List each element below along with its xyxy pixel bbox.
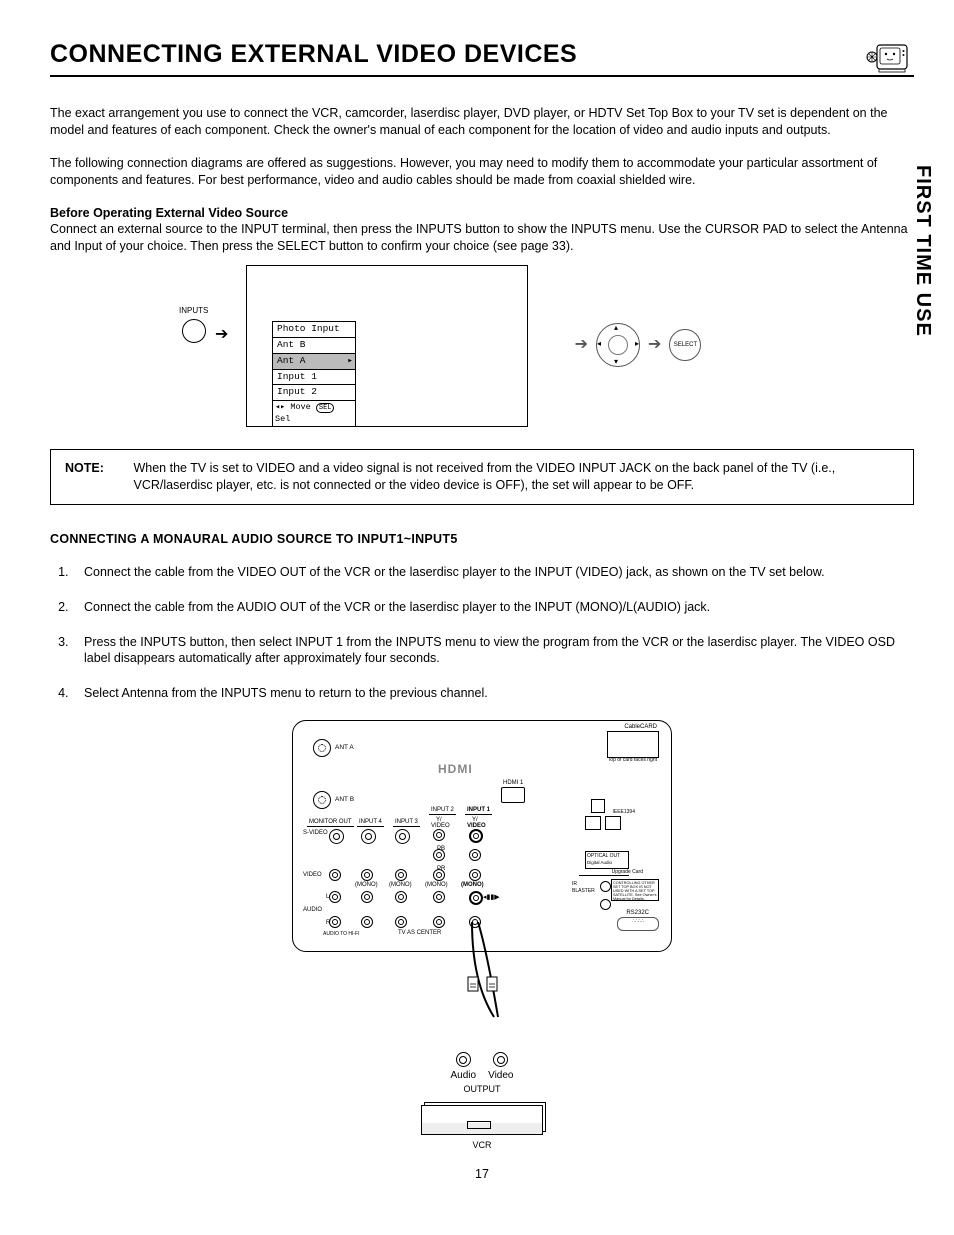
note-label: NOTE:: [65, 460, 130, 477]
steps-list: Connect the cable from the VIDEO OUT of …: [50, 564, 914, 702]
menu-item: Input 1: [272, 369, 356, 386]
step-item: Press the INPUTS button, then select INP…: [72, 634, 914, 668]
jack-icon: [433, 849, 445, 861]
step-item: Connect the cable from the AUDIO OUT of …: [72, 599, 914, 616]
svideo-label: S-VIDEO: [303, 829, 328, 837]
monaural-heading: CONNECTING A MONAURAL AUDIO SOURCE TO IN…: [50, 531, 914, 548]
audio-output-label: Audio: [451, 1070, 477, 1081]
video-plug-icon: [493, 1052, 508, 1067]
back-panel-diagram: ANT A ANT B HDMI HDMI 1 MONITOR OUT INPU…: [292, 720, 672, 1151]
inputs-menu-diagram: INPUTS ➔ Photo Input Ant B Ant A Input 1…: [246, 265, 528, 427]
note-box: NOTE: When the TV is set to VIDEO and a …: [50, 449, 914, 505]
select-button-icon: SELECT: [669, 329, 701, 361]
jack-icon: [329, 829, 344, 844]
menu-item: Input 2: [272, 384, 356, 401]
menu-item: Ant B: [272, 337, 356, 354]
before-heading: Before Operating External Video Source: [50, 206, 288, 220]
jack-icon: [361, 891, 373, 903]
step-item: Select Antenna from the INPUTS menu to r…: [72, 685, 914, 702]
hdmi-logo: HDMI: [438, 761, 473, 777]
monitor-out-label: MONITOR OUT: [307, 818, 354, 827]
ir-blaster-jack: [600, 881, 611, 892]
jack-icon: [433, 829, 445, 841]
ieee1394-ports: [585, 816, 621, 830]
tv-mascot-icon: [859, 35, 914, 75]
jack-icon: [469, 891, 483, 905]
ir-blaster-jack: [600, 899, 611, 910]
cable-diagram: [292, 952, 672, 1052]
ir-blaster-label: IR BLASTER: [572, 881, 596, 895]
audio-row-label: AUDIO: [303, 906, 322, 914]
optical-out: OPTICAL OUTDigital Audio: [585, 851, 629, 869]
jack-icon: [361, 869, 373, 881]
arrow-icon: ➔: [575, 334, 588, 356]
menu-item: Photo Input: [272, 321, 356, 338]
coax-jack-icon: [313, 791, 331, 809]
jack-icon: [329, 869, 341, 881]
jack-icon: [433, 891, 445, 903]
ieee1394-label: IEEE1394: [612, 809, 635, 816]
jack-icon: [395, 891, 407, 903]
jack-icon: [329, 891, 341, 903]
intro-paragraph-2: The following connection diagrams are of…: [50, 155, 914, 189]
jack-icon: [361, 829, 376, 844]
mono-label: (MONO): [355, 881, 378, 889]
remote-diagram: ➔ ▴▾◂▸ ➔ SELECT: [558, 320, 718, 370]
before-text: Connect an external source to the INPUT …: [50, 222, 908, 253]
video-row-label: VIDEO: [303, 871, 322, 879]
rs232-label: RS232C: [626, 909, 649, 917]
page-number: 17: [50, 1166, 914, 1183]
input4-label: INPUT 4: [357, 818, 384, 827]
coax-jack-icon: [313, 739, 331, 757]
ir-text: CONTROLLING OTHER SET TOP BOX IS NOT USE…: [611, 879, 659, 901]
intro-paragraph-1: The exact arrangement you use to connect…: [50, 105, 914, 139]
input2-label: INPUT 2: [429, 806, 456, 815]
jack-icon: [469, 829, 483, 843]
menu-hint: ◂▸ Move SEL Sel: [272, 400, 356, 427]
mono-label: (MONO): [389, 881, 412, 889]
vcr-icon: [421, 1105, 543, 1135]
cablecard-slot: [607, 731, 659, 758]
jack-icon: [395, 869, 407, 881]
port-icon: [591, 799, 605, 813]
cablecard-label: CableCARD: [624, 723, 657, 731]
video-output-label: Video: [488, 1070, 513, 1081]
jack-icon: [395, 829, 410, 844]
vcr-label: VCR: [292, 1139, 672, 1151]
section-tab: FIRST TIME USE: [909, 165, 936, 337]
menu-item-selected: Ant A: [272, 353, 356, 370]
cablecard-sub-label: Top of card faces right: [608, 757, 657, 764]
input1-label: INPUT 1: [465, 806, 492, 815]
arrow-icon: ➔: [648, 334, 661, 356]
jack-icon: [433, 869, 445, 881]
step-item: Connect the cable from the VIDEO OUT of …: [72, 564, 914, 581]
mono-label: (MONO): [425, 881, 448, 889]
audio-plug-icon: [456, 1052, 471, 1067]
cursor-pad-icon: ▴▾◂▸: [596, 323, 640, 367]
ant-a-label: ANT A: [335, 744, 354, 753]
note-text: When the TV is set to VIDEO and a video …: [133, 460, 892, 494]
hdmi-port-icon: [501, 787, 525, 803]
mono-label-bold: (MONO): [461, 881, 484, 889]
page-title: CONNECTING EXTERNAL VIDEO DEVICES: [50, 38, 577, 72]
arrow-icon: ➔: [215, 324, 228, 346]
jack-icon: [469, 849, 481, 861]
input3-label: INPUT 3: [393, 818, 420, 827]
output-label: OUTPUT: [292, 1083, 672, 1095]
ant-b-label: ANT B: [335, 796, 354, 805]
inputs-button-icon: INPUTS: [179, 306, 208, 343]
hdmi1-label: HDMI 1: [503, 779, 523, 787]
jack-icon: [469, 869, 481, 881]
